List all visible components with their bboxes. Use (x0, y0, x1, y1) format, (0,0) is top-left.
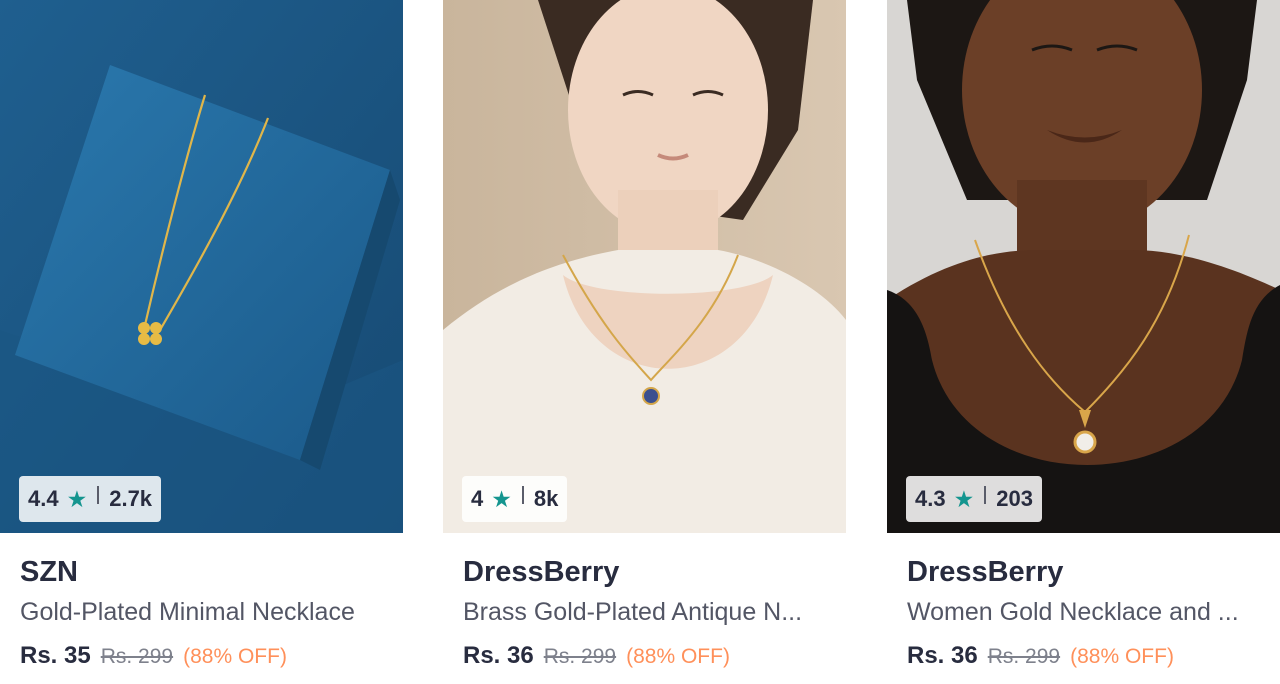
product-price: Rs. 36 (907, 642, 978, 669)
rating-badge: 4.3 ★ 203 (906, 476, 1042, 522)
product-discount: (88% OFF) (1070, 645, 1174, 668)
product-image[interactable] (887, 0, 1280, 533)
rating-badge: 4.4 ★ 2.7k (19, 476, 162, 522)
product-image[interactable] (0, 0, 403, 533)
product-grid: 4.4 ★ 2.7k SZN Gold-Plated Minimal Neckl… (0, 0, 1280, 684)
rating-count: 8k (533, 486, 559, 511)
product-brand: DressBerry (907, 556, 1064, 588)
product-info: SZN Gold-Plated Minimal Necklace Rs. 35 … (20, 550, 393, 670)
product-discount: (88% OFF) (183, 645, 287, 668)
rating-divider (97, 486, 100, 504)
rating-badge: 4 ★ 8k (462, 476, 568, 522)
rating-count: 203 (996, 486, 1033, 511)
rating-count: 2.7k (109, 486, 153, 511)
price-row: Rs. 35 Rs. 299 (88% OFF) (20, 642, 393, 670)
product-mrp: Rs. 299 (100, 645, 174, 668)
product-brand: SZN (20, 556, 78, 588)
star-icon: ★ (491, 485, 512, 512)
star-icon: ★ (953, 485, 975, 512)
price-row: Rs. 36 Rs. 299 (88% OFF) (463, 642, 836, 670)
product-info: DressBerry Women Gold Necklace and ... R… (907, 550, 1270, 670)
product-card[interactable]: 4.3 ★ 203 DressBerry Women Gold Necklace… (887, 0, 1280, 684)
star-icon: ★ (66, 485, 88, 512)
rating-divider (521, 486, 524, 504)
product-description: Gold-Plated Minimal Necklace (20, 598, 355, 626)
product-image[interactable] (443, 0, 846, 533)
product-description: Women Gold Necklace and ... (907, 598, 1239, 626)
product-mrp: Rs. 299 (543, 645, 617, 668)
product-card[interactable]: 4.4 ★ 2.7k SZN Gold-Plated Minimal Neckl… (0, 0, 403, 684)
rating-value: 4 (471, 486, 484, 511)
product-price: Rs. 35 (20, 642, 91, 669)
product-price: Rs. 36 (463, 642, 534, 669)
product-info: DressBerry Brass Gold-Plated Antique N..… (463, 550, 836, 670)
rating-divider (984, 486, 987, 504)
product-mrp: Rs. 299 (987, 645, 1061, 668)
product-description: Brass Gold-Plated Antique N... (463, 598, 803, 626)
product-card[interactable]: 4 ★ 8k DressBerry Brass Gold-Plated Anti… (443, 0, 846, 684)
rating-value: 4.3 (915, 486, 946, 511)
rating-value: 4.4 (28, 486, 59, 511)
price-row: Rs. 36 Rs. 299 (88% OFF) (907, 642, 1270, 670)
product-discount: (88% OFF) (626, 645, 730, 668)
product-brand: DressBerry (463, 556, 620, 588)
